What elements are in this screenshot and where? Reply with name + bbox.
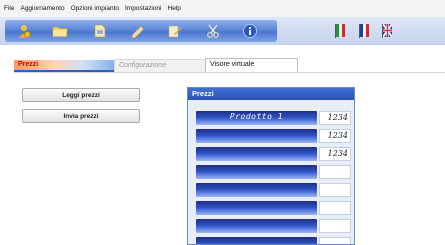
price-value: 1234 <box>327 113 348 122</box>
french-flag-icon[interactable] <box>357 23 373 39</box>
user-lock-icon[interactable] <box>11 20 37 42</box>
device-icon[interactable] <box>87 20 113 42</box>
price-field[interactable] <box>319 183 351 197</box>
product-name-bar[interactable] <box>196 129 317 143</box>
menu-help[interactable]: Help <box>168 5 181 12</box>
menu-aggiornamento[interactable]: Aggiornamento <box>20 5 64 12</box>
product-name-bar[interactable] <box>196 147 317 161</box>
toolbar-button-strip <box>5 20 277 42</box>
tab-visore-virtuale[interactable]: Visore virtuale <box>205 58 298 73</box>
price-value: 1234 <box>327 149 348 158</box>
menu-opzioni-impianto[interactable]: Opzioni impianto <box>71 5 119 12</box>
tab-visore-virtuale-label: Visore virtuale <box>210 61 255 68</box>
price-field[interactable]: 1234 <box>319 129 351 143</box>
info-icon[interactable] <box>237 20 263 42</box>
product-name: Prodotto 1 <box>229 112 284 121</box>
menu-file[interactable]: File <box>4 5 14 12</box>
pen-icon[interactable] <box>125 20 151 42</box>
price-field[interactable] <box>319 201 351 215</box>
panel-header: Prezzi <box>188 88 354 100</box>
product-name-bar[interactable] <box>196 237 317 244</box>
invia-prezzi-button[interactable]: Invia prezzi <box>22 109 140 123</box>
product-name-bar[interactable] <box>196 183 317 197</box>
product-name-bar[interactable] <box>196 219 317 233</box>
toolbar <box>0 17 445 45</box>
menu-impostazioni[interactable]: Impostazioni <box>125 5 162 12</box>
tab-prezzi-label: Prezzi <box>18 61 39 68</box>
prezzi-panel: Prezzi Prodotto 1 1234 1234 1234 <box>187 87 355 245</box>
menu-bar: File Aggiornamento Opzioni impianto Impo… <box>0 0 445 17</box>
tab-configurazione[interactable]: Configurazione <box>114 59 206 73</box>
price-value: 1234 <box>327 131 348 140</box>
price-field[interactable]: 1234 <box>319 111 351 125</box>
price-field[interactable] <box>319 165 351 179</box>
scissors-icon[interactable] <box>201 20 227 42</box>
uk-flag-icon[interactable] <box>380 23 396 39</box>
tab-configurazione-label: Configurazione <box>119 62 167 69</box>
panel-title: Prezzi <box>192 89 214 98</box>
folder-icon[interactable] <box>47 20 73 42</box>
tab-divider <box>14 72 445 73</box>
product-name-bar[interactable]: Prodotto 1 <box>196 111 317 125</box>
leggi-prezzi-button[interactable]: Leggi prezzi <box>22 88 140 102</box>
price-field[interactable]: 1234 <box>319 147 351 161</box>
italian-flag-icon[interactable] <box>333 23 349 39</box>
product-name-bar[interactable] <box>196 165 317 179</box>
tab-prezzi[interactable]: Prezzi <box>14 60 114 72</box>
product-name-bar[interactable] <box>196 201 317 215</box>
tab-bar: Prezzi Configurazione Visore virtuale <box>0 45 445 75</box>
price-field[interactable] <box>319 219 351 233</box>
edit-icon[interactable] <box>162 20 188 42</box>
price-field[interactable] <box>319 237 351 244</box>
